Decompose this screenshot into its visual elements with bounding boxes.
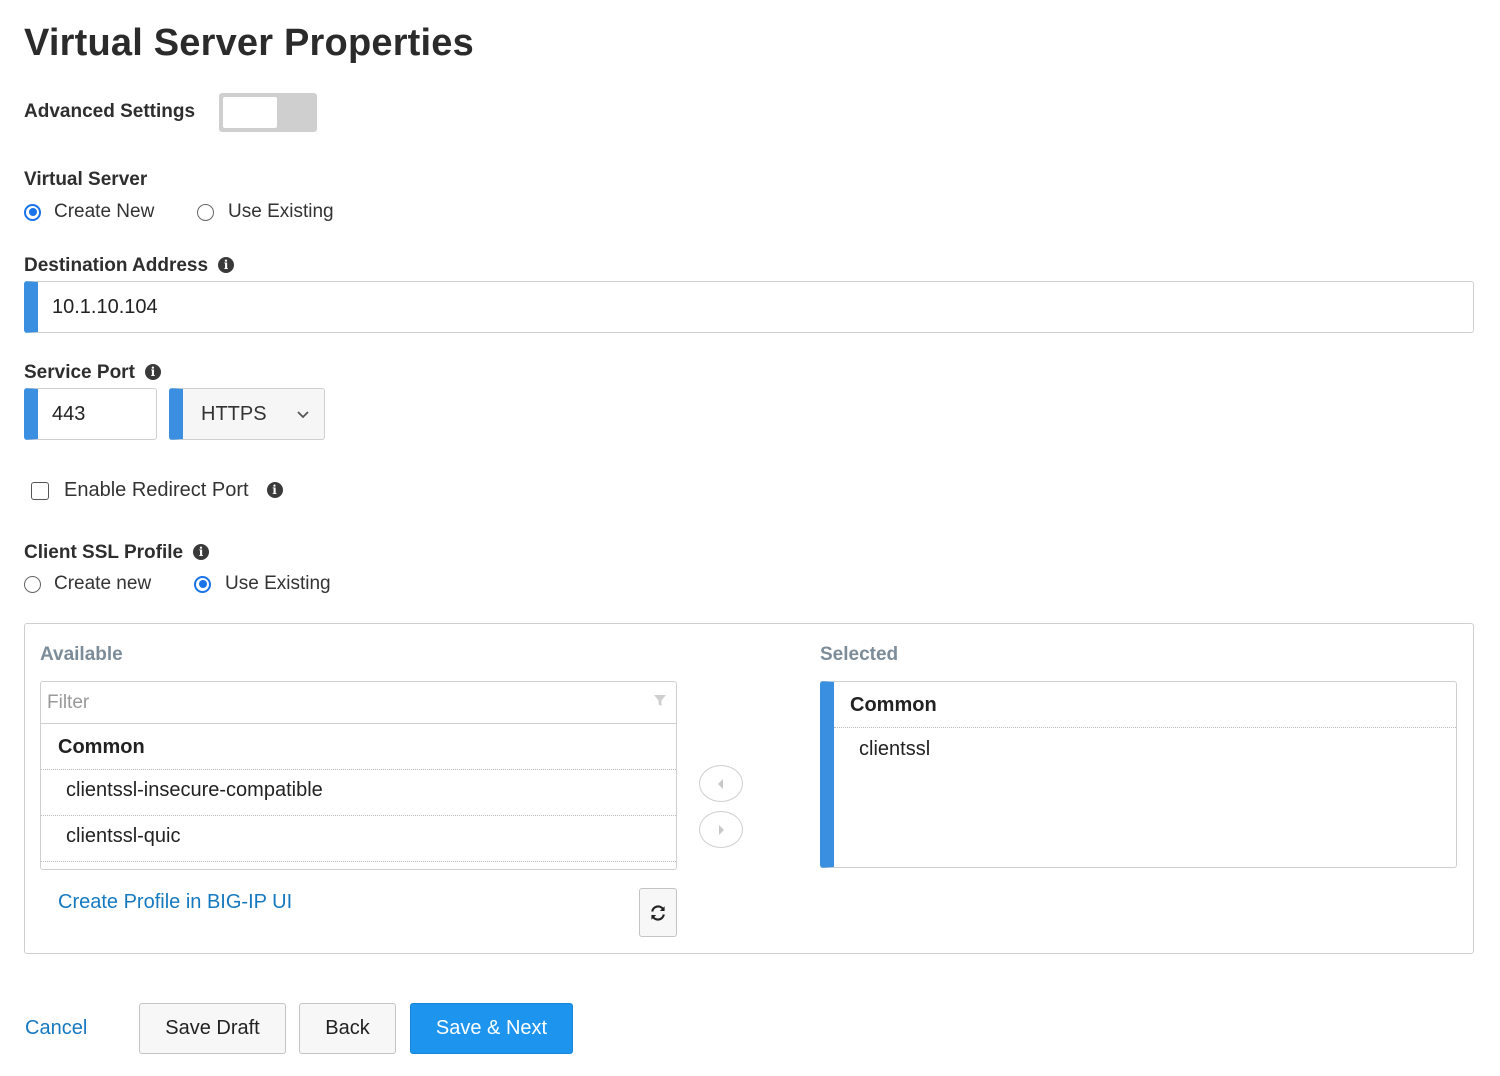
selected-list: Common clientssl <box>820 681 1457 868</box>
move-right-button[interactable] <box>699 811 743 848</box>
redirect-port-checkbox[interactable] <box>31 481 49 500</box>
client-ssl-profile-label-text: Client SSL Profile <box>24 542 184 563</box>
chevron-down-icon <box>297 411 309 419</box>
list-item[interactable]: clientssl-quic <box>41 815 676 862</box>
ssl-create-new-option[interactable]: Create new <box>24 573 151 595</box>
move-left-button[interactable] <box>699 765 743 802</box>
profile-selector-panel: Available Filter Common clientssl-insecu… <box>24 623 1474 954</box>
radio-ssl-use-existing-label: Use Existing <box>225 573 331 594</box>
destination-address-label: Destination Address i <box>24 255 235 277</box>
virtual-server-create-new-option[interactable]: Create New <box>24 201 154 223</box>
filter-input[interactable]: Filter <box>41 682 676 724</box>
virtual-server-label: Virtual Server <box>24 169 148 190</box>
cancel-link[interactable]: Cancel <box>25 1017 87 1040</box>
available-group-common: Common <box>58 736 145 758</box>
protocol-select[interactable]: HTTPS <box>169 388 325 440</box>
save-next-button[interactable]: Save & Next <box>410 1003 573 1054</box>
selected-heading: Selected <box>820 644 899 665</box>
service-port-input[interactable]: 443 <box>24 388 157 440</box>
save-draft-button[interactable]: Save Draft <box>139 1003 286 1054</box>
radio-create-new-label: Create New <box>54 201 155 222</box>
advanced-settings-label: Advanced Settings <box>24 101 196 122</box>
back-button[interactable]: Back <box>299 1003 396 1054</box>
radio-ssl-use-existing[interactable] <box>194 575 211 593</box>
list-item[interactable]: clientssl <box>834 728 1456 761</box>
radio-use-existing[interactable] <box>197 203 214 221</box>
filter-icon <box>654 695 666 706</box>
info-icon[interactable]: i <box>144 363 161 380</box>
redirect-port-label: Enable Redirect Port <box>64 479 249 501</box>
protocol-select-value: HTTPS <box>201 402 267 425</box>
available-list: Filter Common clientssl-insecure-compati… <box>40 681 677 870</box>
info-icon[interactable]: i <box>218 256 235 273</box>
caret-left-icon <box>718 778 723 789</box>
destination-address-label-text: Destination Address <box>24 255 209 276</box>
radio-use-existing-label: Use Existing <box>228 201 334 222</box>
radio-ssl-create-new-label: Create new <box>54 573 152 594</box>
radio-ssl-create-new[interactable] <box>24 575 41 593</box>
create-profile-link[interactable]: Create Profile in BIG-IP UI <box>58 891 292 914</box>
destination-address-input[interactable]: 10.1.10.104 <box>24 281 1474 333</box>
selected-group-common: Common <box>834 682 1456 728</box>
page-title: Virtual Server Properties <box>24 22 474 64</box>
destination-address-value: 10.1.10.104 <box>52 295 158 318</box>
redirect-port-row: Enable Redirect Port i <box>31 479 283 502</box>
info-icon[interactable]: i <box>193 543 210 560</box>
radio-create-new[interactable] <box>24 203 41 221</box>
advanced-settings-toggle[interactable] <box>219 93 317 132</box>
toggle-knob <box>223 97 277 128</box>
client-ssl-profile-label: Client SSL Profile i <box>24 542 210 564</box>
service-port-label: Service Port i <box>24 362 161 384</box>
list-item[interactable]: clientssl-insecure-compatible <box>41 769 676 815</box>
available-heading: Available <box>40 644 123 665</box>
caret-right-icon <box>719 824 724 835</box>
virtual-server-use-existing-option[interactable]: Use Existing <box>197 201 334 223</box>
refresh-icon <box>651 904 665 921</box>
service-port-label-text: Service Port <box>24 362 135 383</box>
info-icon[interactable]: i <box>266 481 283 498</box>
filter-placeholder: Filter <box>47 691 90 713</box>
refresh-button[interactable] <box>639 888 677 937</box>
service-port-value: 443 <box>52 402 86 425</box>
ssl-use-existing-option[interactable]: Use Existing <box>194 573 331 595</box>
